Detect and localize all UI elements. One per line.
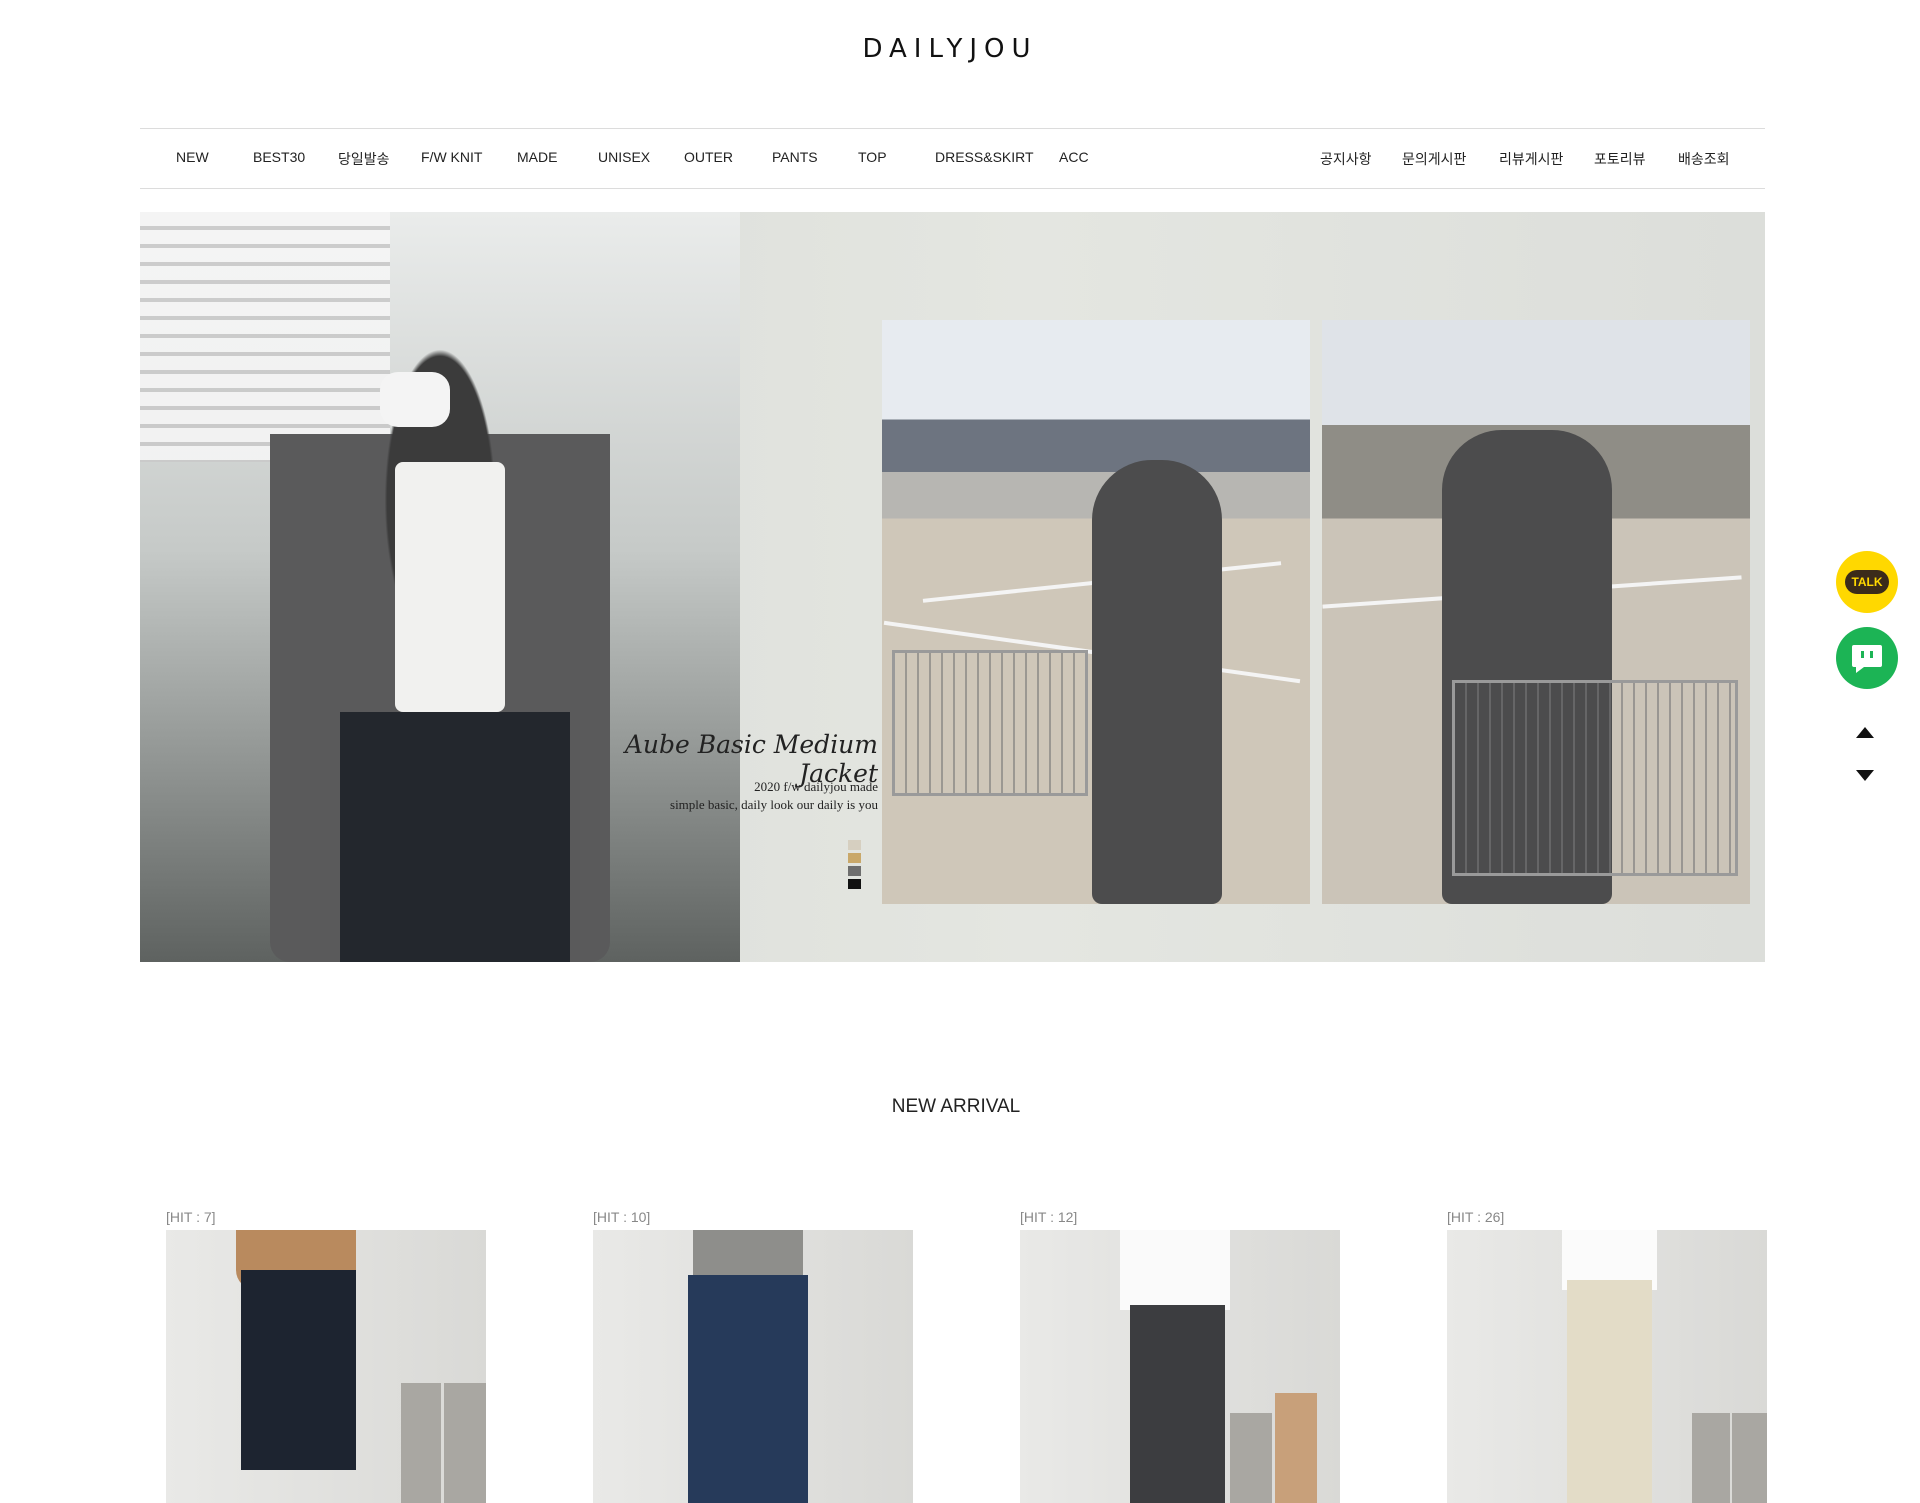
nav-item-review-board[interactable]: 리뷰게시판	[1499, 149, 1563, 169]
product-card[interactable]: [HIT : 26]	[1447, 1206, 1767, 1503]
hit-count: [HIT : 7]	[166, 1209, 216, 1225]
product-image[interactable]	[1020, 1230, 1340, 1503]
product-image[interactable]	[1447, 1230, 1767, 1503]
hit-count: [HIT : 12]	[1020, 1209, 1078, 1225]
nav-item-outer[interactable]: OUTER	[684, 149, 733, 165]
nav-item-made[interactable]: MADE	[517, 149, 557, 165]
hero-subtitle: 2020 f/w dailyjou made simple basic, dai…	[670, 779, 878, 812]
scroll-top-icon[interactable]	[1856, 727, 1874, 738]
hit-count: [HIT : 10]	[593, 1209, 651, 1225]
hero-banner[interactable]: Aube Basic Medium Jacket 2020 f/w dailyj…	[140, 212, 1765, 962]
nav-item-new[interactable]: NEW	[176, 149, 209, 165]
nav-item-photo-review[interactable]: 포토리뷰	[1594, 149, 1646, 169]
swatch-camel	[848, 853, 861, 863]
chat-button[interactable]	[1836, 627, 1898, 689]
kakao-talk-button[interactable]: TALK	[1836, 551, 1898, 613]
hero-main-photo	[140, 212, 740, 962]
nav-item-acc[interactable]: ACC	[1059, 149, 1089, 165]
nav-item-top[interactable]: TOP	[858, 149, 887, 165]
swatch-black	[848, 879, 861, 889]
nav-item-dress-skirt[interactable]: DRESS&SKIRT	[935, 149, 1034, 165]
nav-item-fw-knit[interactable]: F/W KNIT	[421, 149, 482, 165]
chat-icon	[1852, 645, 1882, 673]
scroll-bottom-icon[interactable]	[1856, 770, 1874, 781]
nav-item-delivery-tracking[interactable]: 배송조회	[1678, 149, 1730, 169]
nav-item-pants[interactable]: PANTS	[772, 149, 818, 165]
kakao-talk-icon: TALK	[1845, 570, 1889, 594]
product-card[interactable]: [HIT : 10]	[593, 1206, 913, 1503]
nav-item-same-day-delivery[interactable]: 당일발송	[338, 149, 390, 169]
new-arrival-title: NEW ARRIVAL	[891, 1096, 1021, 1117]
product-image[interactable]	[166, 1230, 486, 1503]
product-card[interactable]: [HIT : 12]	[1020, 1206, 1340, 1503]
color-swatches	[848, 840, 861, 892]
hero-photo-parking-lot-2	[1322, 320, 1750, 904]
main-nav: NEW BEST30 당일발송 F/W KNIT MADE UNISEX OUT…	[140, 128, 1765, 189]
product-image[interactable]	[593, 1230, 913, 1503]
nav-item-unisex[interactable]: UNISEX	[598, 149, 650, 165]
swatch-gray	[848, 866, 861, 876]
hero-photo-parking-lot-1	[882, 320, 1310, 904]
swatch-beige	[848, 840, 861, 850]
site-logo[interactable]: DAILYJOU	[0, 34, 1900, 64]
hit-count: [HIT : 26]	[1447, 1209, 1505, 1225]
nav-item-qna-board[interactable]: 문의게시판	[1402, 149, 1466, 169]
nav-item-best30[interactable]: BEST30	[253, 149, 305, 165]
product-card[interactable]: [HIT : 7]	[166, 1206, 486, 1503]
nav-item-notice[interactable]: 공지사항	[1320, 149, 1372, 169]
